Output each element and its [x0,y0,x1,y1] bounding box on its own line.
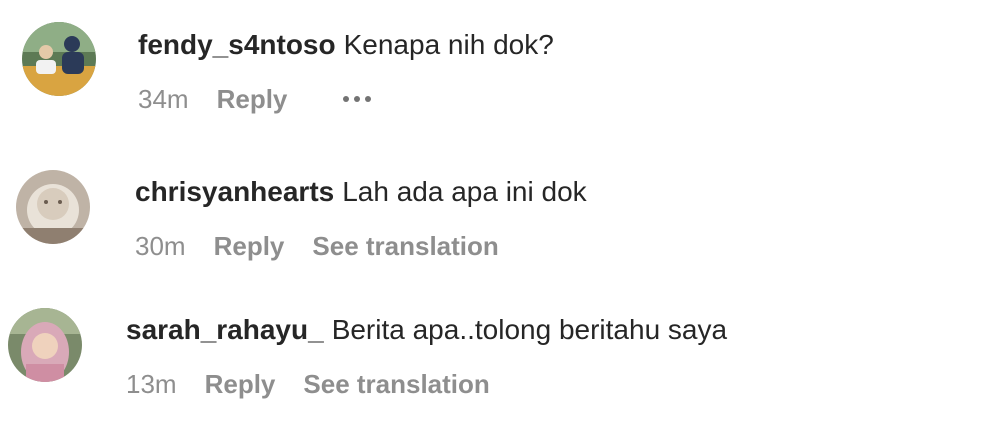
comments-list: fendy_s4ntosoKenapa nih dok? 34m Reply [0,0,1000,435]
see-translation-button[interactable]: See translation [303,369,489,399]
avatar-image [22,22,96,96]
dot [354,96,361,102]
comment-text: Berita apa..tolong beritahu saya [331,314,728,345]
dot [343,96,350,102]
comment-timestamp: 34m [138,84,189,114]
avatar-image [8,308,82,382]
comment-username[interactable]: fendy_s4ntoso [138,29,336,60]
dot [365,96,372,102]
comment-timestamp: 30m [135,231,186,261]
reply-button[interactable]: Reply [217,84,288,114]
comment-text: Kenapa nih dok? [343,29,554,60]
comment-username[interactable]: chrisyanhearts [135,176,334,207]
more-options-icon[interactable] [343,84,372,114]
reply-button[interactable]: Reply [214,231,285,261]
comment-username[interactable]: sarah_rahayu_ [126,314,324,345]
avatar[interactable] [8,308,82,382]
comment-text: Lah ada apa ini dok [342,176,587,207]
avatar[interactable] [22,22,96,96]
avatar-image [16,170,90,244]
reply-button[interactable]: Reply [205,369,276,399]
comment-timestamp: 13m [126,369,177,399]
see-translation-button[interactable]: See translation [312,231,498,261]
avatar[interactable] [16,170,90,244]
